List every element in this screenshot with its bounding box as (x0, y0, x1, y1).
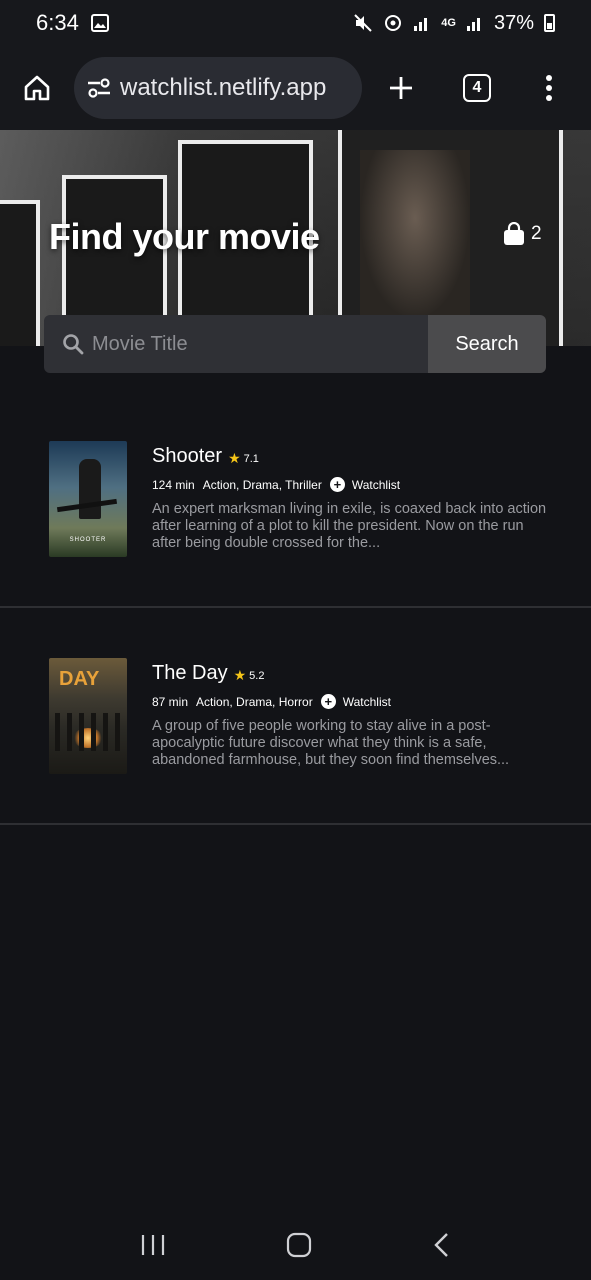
mute-icon (353, 13, 373, 33)
plus-circle-icon: + (320, 694, 336, 709)
home-nav-button[interactable] (286, 1232, 312, 1258)
search-field[interactable] (44, 315, 428, 373)
add-to-watchlist-button[interactable]: + Watchlist (320, 694, 391, 709)
home-button[interactable] (14, 65, 60, 111)
poster-title: SHOOTER (69, 537, 107, 543)
gallery-icon (90, 14, 109, 32)
menu-button[interactable] (526, 65, 572, 111)
movie-rating: ★ 5.2 (234, 667, 265, 684)
shopping-bag-icon (504, 222, 524, 245)
hero-poster-frame (0, 200, 40, 346)
more-vert-icon (546, 75, 552, 101)
plus-circle-icon: + (329, 477, 345, 492)
status-time: 6:34 (36, 10, 79, 35)
movie-description: An expert marksman living in exile, is c… (152, 501, 547, 551)
url-bar[interactable]: watchlist.netlify.app (74, 57, 362, 119)
search-button[interactable]: Search (428, 315, 546, 373)
watchlist-label: Watchlist (342, 694, 391, 709)
movie-description: A group of five people working to stay a… (152, 718, 510, 768)
movie-genres: Action, Drama, Thriller (202, 477, 322, 492)
back-button[interactable] (433, 1232, 451, 1258)
network-type: 4G (441, 17, 456, 29)
recent-apps-button[interactable] (140, 1233, 166, 1257)
watchlist-label: Watchlist (351, 477, 401, 492)
tab-count: 4 (463, 74, 491, 102)
site-settings-icon[interactable] (86, 77, 112, 99)
movie-title[interactable]: Shooter (152, 445, 222, 468)
signal-icon (413, 14, 431, 32)
url-text: watchlist.netlify.app (120, 74, 327, 101)
movie-poster[interactable]: DAY (49, 658, 127, 774)
system-nav-bar (0, 1210, 591, 1280)
plus-icon (390, 77, 412, 99)
movie-poster[interactable]: SHOOTER (49, 441, 127, 557)
new-tab-button[interactable] (378, 65, 424, 111)
rating-value: 5.2 (249, 669, 265, 682)
movie-genres: Action, Drama, Horror (196, 694, 313, 709)
rating-value: 7.1 (243, 452, 259, 465)
recent-apps-icon (142, 1235, 165, 1255)
movie-rating: ★ 7.1 (228, 450, 259, 467)
tab-switcher-button[interactable]: 4 (454, 65, 500, 111)
battery-percent: 37% (493, 11, 534, 34)
search-input[interactable] (92, 332, 392, 356)
movie-title[interactable]: The Day (152, 662, 228, 685)
hero-portrait (360, 150, 470, 320)
poster-figures (55, 713, 121, 751)
status-bar: 6:34 4G 37% (0, 0, 591, 46)
page-title: Find your movie (49, 216, 320, 257)
movie-runtime: 124 min (152, 477, 195, 492)
battery-icon (544, 14, 555, 32)
movie-card: DAY The Day ★ 5.2 87 min Action, Drama, … (0, 608, 591, 825)
browser-toolbar: watchlist.netlify.app 4 (0, 46, 591, 130)
watchlist-count: 2 (531, 223, 542, 244)
star-icon: ★ (228, 450, 241, 466)
hotspot-icon (383, 13, 403, 33)
add-to-watchlist-button[interactable]: + Watchlist (329, 477, 401, 492)
poster-title: DAY (59, 668, 100, 690)
signal-icon-2 (466, 14, 484, 32)
search-form: Search (44, 315, 546, 373)
poster-figure (79, 459, 101, 519)
search-icon (63, 334, 84, 355)
watchlist-link[interactable]: 2 (503, 222, 542, 246)
movie-runtime: 87 min (152, 694, 189, 709)
star-icon: ★ (233, 667, 247, 683)
home-nav-icon (287, 1232, 312, 1258)
home-icon (24, 75, 50, 101)
movie-card: SHOOTER Shooter ★ 7.1 124 min Action, Dr… (0, 391, 591, 608)
hero-banner: Find your movie 2 (0, 130, 591, 346)
back-icon (434, 1233, 448, 1257)
